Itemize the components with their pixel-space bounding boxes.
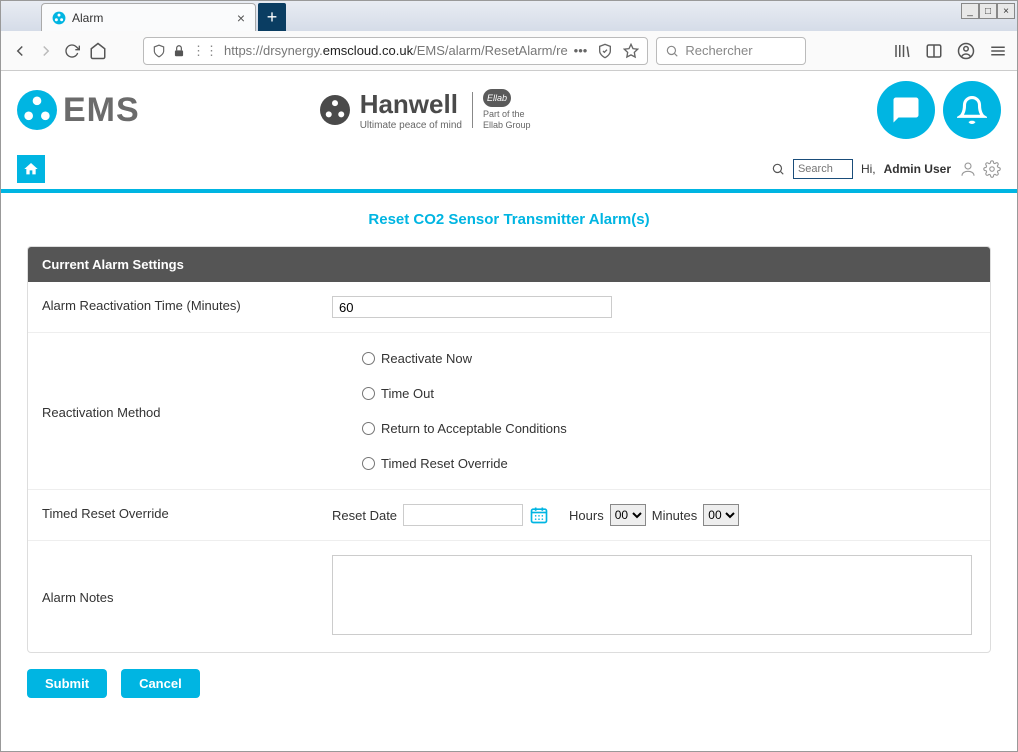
hours-select[interactable]: 00 [610, 504, 646, 526]
cancel-button[interactable]: Cancel [121, 669, 200, 698]
alarm-settings-panel: Current Alarm Settings Alarm Reactivatio… [27, 246, 991, 653]
radio-time-out[interactable]: Time Out [362, 386, 976, 401]
radio-timed-reset[interactable]: Timed Reset Override [362, 456, 976, 471]
minutes-label: Minutes [652, 508, 698, 523]
search-icon [665, 44, 679, 58]
maximize-button[interactable]: □ [979, 3, 997, 19]
bell-icon [957, 95, 987, 125]
browser-tab-active[interactable]: Alarm × [41, 3, 256, 31]
calendar-icon[interactable] [529, 505, 549, 525]
reactivation-time-input[interactable] [332, 296, 612, 318]
radio-reactivate-now[interactable]: Reactivate Now [362, 351, 976, 366]
ems-logo-icon [17, 90, 57, 130]
back-icon[interactable] [11, 42, 29, 60]
subheader-bar: Hi, Admin User [1, 149, 1017, 193]
reader-shield-icon[interactable] [597, 43, 613, 59]
chat-icon [891, 95, 921, 125]
alarm-notes-textarea[interactable] [332, 555, 972, 635]
browser-navbar: ⋮⋮ https://drsynergy.emscloud.co.uk/EMS/… [1, 31, 1017, 71]
settings-gear-icon[interactable] [983, 160, 1001, 178]
sidebar-icon[interactable] [925, 42, 943, 60]
row-alarm-notes: Alarm Notes [28, 541, 990, 652]
ellab-logo: Ellab [483, 89, 511, 107]
alarm-notes-label: Alarm Notes [42, 588, 332, 605]
new-tab-button[interactable]: + [258, 3, 286, 31]
close-button[interactable]: × [997, 3, 1015, 19]
search-small-icon[interactable] [771, 162, 785, 176]
favicon-icon [52, 11, 66, 25]
page-search-input[interactable] [793, 159, 853, 179]
ems-logo-text: EMS [63, 91, 140, 130]
hanwell-logo: Hanwell Ultimate peace of mind Ellab Par… [320, 89, 531, 131]
user-profile-icon[interactable] [959, 160, 977, 178]
home-button[interactable] [17, 155, 45, 183]
page-content: EMS Hanwell Ultimate peace of mind Ellab… [1, 71, 1017, 751]
account-icon[interactable] [957, 42, 975, 60]
panel-header: Current Alarm Settings [28, 247, 990, 282]
ems-logo: EMS [17, 90, 140, 130]
url-text: https://drsynergy.emscloud.co.uk/EMS/ala… [224, 43, 568, 58]
greeting-text: Hi, [861, 162, 876, 176]
home-nav-icon[interactable] [89, 42, 107, 60]
row-timed-override: Timed Reset Override Reset Date Hours 00… [28, 490, 990, 541]
ellab-text-1: Part of the [483, 109, 531, 120]
reactivation-time-label: Alarm Reactivation Time (Minutes) [42, 296, 332, 313]
hanwell-icon [320, 95, 350, 125]
window-controls: _ □ × [961, 1, 1017, 31]
page-header: EMS Hanwell Ultimate peace of mind Ellab… [1, 71, 1017, 149]
row-reactivation-method: Reactivation Method Reactivate Now Time … [28, 333, 990, 490]
bookmark-star-icon[interactable] [623, 43, 639, 59]
lock-icon [172, 44, 186, 58]
home-icon [23, 161, 39, 177]
url-bar[interactable]: ⋮⋮ https://drsynergy.emscloud.co.uk/EMS/… [143, 37, 648, 65]
minutes-select[interactable]: 00 [703, 504, 739, 526]
row-reactivation-time: Alarm Reactivation Time (Minutes) [28, 282, 990, 333]
radio-return-acceptable[interactable]: Return to Acceptable Conditions [362, 421, 976, 436]
reset-date-input[interactable] [403, 504, 523, 526]
hours-label: Hours [569, 508, 604, 523]
tab-close-icon[interactable]: × [237, 10, 245, 26]
button-row: Submit Cancel [1, 669, 1017, 718]
hanwell-tagline: Ultimate peace of mind [360, 120, 462, 131]
minimize-button[interactable]: _ [961, 3, 979, 19]
username-text: Admin User [884, 162, 951, 176]
library-icon[interactable] [893, 42, 911, 60]
forward-icon[interactable] [37, 42, 55, 60]
reload-icon[interactable] [63, 42, 81, 60]
alerts-button[interactable] [943, 81, 1001, 139]
reset-date-label: Reset Date [332, 508, 397, 523]
page-title: Reset CO2 Sensor Transmitter Alarm(s) [1, 193, 1017, 246]
tab-strip: Alarm × + [1, 1, 286, 31]
ellab-text-2: Ellab Group [483, 120, 531, 131]
chat-button[interactable] [877, 81, 935, 139]
submit-button[interactable]: Submit [27, 669, 107, 698]
hanwell-name: Hanwell [360, 89, 462, 120]
menu-icon[interactable] [989, 42, 1007, 60]
browser-search-bar[interactable]: Rechercher [656, 37, 806, 65]
reactivation-method-label: Reactivation Method [42, 403, 332, 420]
tab-title: Alarm [72, 11, 231, 25]
ellipsis-icon[interactable]: ••• [574, 43, 588, 59]
timed-override-label: Timed Reset Override [42, 504, 332, 521]
window-titlebar: Alarm × + _ □ × [1, 1, 1017, 31]
search-placeholder: Rechercher [685, 43, 752, 58]
shield-icon [152, 44, 166, 58]
